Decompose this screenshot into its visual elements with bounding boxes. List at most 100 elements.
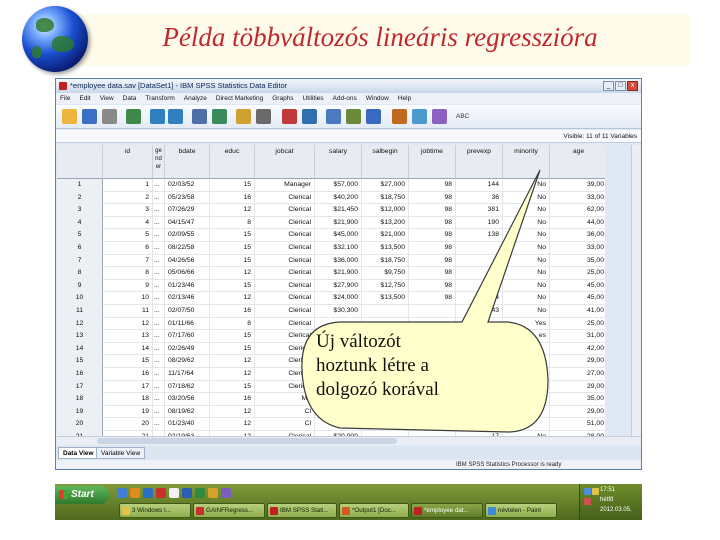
- row-number[interactable]: 19: [57, 405, 103, 419]
- cell-id[interactable]: 7: [103, 254, 153, 268]
- cell-educ[interactable]: 15: [210, 279, 255, 293]
- cell-educ[interactable]: 15: [210, 254, 255, 268]
- cell-gender[interactable]: ...: [153, 368, 165, 381]
- cell-minority[interactable]: No: [503, 292, 550, 305]
- cell-id[interactable]: 5: [103, 229, 153, 242]
- cell-educ[interactable]: 12: [210, 368, 255, 381]
- cell-jobcat[interactable]: Ma: [255, 393, 315, 406]
- cell-age[interactable]: 42,00: [550, 343, 605, 356]
- cell-educ[interactable]: 15: [210, 380, 255, 394]
- cell-salbegin[interactable]: $9,750: [362, 267, 409, 280]
- cell-prevexp[interactable]: 381: [456, 204, 503, 217]
- column-header-salbegin[interactable]: salbegin: [362, 145, 409, 179]
- cell-salary[interactable]: $32,100: [315, 242, 362, 255]
- cell-minority[interactable]: [503, 418, 550, 431]
- maximize-button[interactable]: □: [615, 81, 626, 91]
- cell-salbegin[interactable]: $13,200: [362, 216, 409, 230]
- network-icon[interactable]: [584, 488, 591, 495]
- row-number[interactable]: 3: [57, 204, 103, 217]
- cell-minority[interactable]: No: [503, 242, 550, 255]
- cell-bdate[interactable]: 08/29/62: [165, 355, 210, 368]
- cell-minority[interactable]: No: [503, 279, 550, 293]
- cell-jobcat[interactable]: Clerical: [255, 267, 315, 280]
- table-row[interactable]: 12 12... 01/11/66 8 Clerical Yes 25,00: [57, 317, 605, 331]
- cell-salbegin[interactable]: $12,750: [362, 279, 409, 293]
- cell-bdate[interactable]: 07/17/60: [165, 330, 210, 343]
- cell-gender[interactable]: ...: [153, 292, 165, 305]
- row-number[interactable]: 14: [57, 342, 103, 356]
- row-number[interactable]: 13: [57, 330, 103, 343]
- table-row[interactable]: 1 1... 02/03/52 15 Manager $57,000 $27,000 98 14…: [57, 179, 605, 192]
- quicklaunch-media-icon[interactable]: [221, 488, 231, 498]
- cell-salbegin[interactable]: [362, 317, 409, 331]
- cell-bdate[interactable]: 05/06/66: [165, 267, 210, 280]
- row-number[interactable]: 6: [57, 242, 103, 255]
- cell-educ[interactable]: 12: [210, 267, 255, 280]
- row-number[interactable]: 7: [57, 254, 103, 268]
- cell-prevexp[interactable]: 4: [456, 292, 503, 305]
- close-button[interactable]: x: [627, 81, 638, 91]
- cell-educ[interactable]: 12: [210, 292, 255, 305]
- cell-age[interactable]: 25,00: [550, 318, 605, 331]
- cell-educ[interactable]: 12: [210, 405, 255, 419]
- cell-bdate[interactable]: 08/19/62: [165, 405, 210, 419]
- cell-id[interactable]: 17: [103, 380, 153, 394]
- cell-prevexp[interactable]: [456, 405, 503, 419]
- cell-jobtime[interactable]: 98: [409, 229, 456, 242]
- cell-bdate[interactable]: 03/20/56: [165, 393, 210, 406]
- cell-age[interactable]: 39,00: [550, 179, 605, 192]
- cell-educ[interactable]: 16: [210, 191, 255, 205]
- cell-jobtime[interactable]: 98: [409, 179, 456, 192]
- column-header-id[interactable]: id: [103, 145, 153, 179]
- security-icon[interactable]: [584, 498, 591, 505]
- quicklaunch-firefox-icon[interactable]: [130, 488, 140, 498]
- cell-age[interactable]: 45,00: [550, 292, 605, 305]
- cell-salary[interactable]: $40,200: [315, 191, 362, 205]
- cell-age[interactable]: 29,00: [550, 406, 605, 419]
- cell-bdate[interactable]: 02/09/55: [165, 229, 210, 242]
- cell-jobcat[interactable]: Clerical: [255, 242, 315, 255]
- cell-bdate[interactable]: 01/11/66: [165, 317, 210, 331]
- cell-educ[interactable]: 15: [210, 229, 255, 242]
- cell-gender[interactable]: ...: [153, 330, 165, 343]
- cell-jobcat[interactable]: Clerical: [255, 368, 315, 381]
- column-header-corner[interactable]: [57, 145, 103, 179]
- table-row[interactable]: 8 8... 05/06/66 12 Clerical $21,900 $9,750 98 No…: [57, 267, 605, 280]
- cell-prevexp[interactable]: [456, 267, 503, 280]
- cell-salbegin[interactable]: $21,000: [362, 229, 409, 242]
- find-icon[interactable]: [256, 109, 271, 124]
- cell-educ[interactable]: 15: [210, 179, 255, 192]
- cell-jobtime[interactable]: 98: [409, 292, 456, 305]
- cell-salary[interactable]: $24,000: [315, 292, 362, 305]
- cell-bdate[interactable]: 07/18/62: [165, 380, 210, 394]
- cell-id[interactable]: 13: [103, 330, 153, 343]
- column-header-jobcat[interactable]: jobcat: [255, 145, 315, 179]
- value-labels-icon[interactable]: [392, 109, 407, 124]
- quicklaunch-word-icon[interactable]: [182, 488, 192, 498]
- cell-id[interactable]: 1: [103, 179, 153, 192]
- cell-jobtime[interactable]: 98: [409, 191, 456, 205]
- cell-salary[interactable]: $21,450: [315, 204, 362, 217]
- cell-salbegin[interactable]: $27,000: [362, 179, 409, 192]
- cell-jobtime[interactable]: 98: [409, 254, 456, 268]
- cell-salbegin[interactable]: $18,750: [362, 254, 409, 268]
- cell-gender[interactable]: ...: [153, 204, 165, 217]
- spell-check-icon[interactable]: ABC: [456, 109, 471, 124]
- cell-age[interactable]: 29,00: [550, 355, 605, 368]
- table-row[interactable]: 10 10... 02/13/46 12 Clerical $24,000 $13,500 9…: [57, 292, 605, 305]
- cell-jobcat[interactable]: Clerical: [255, 355, 315, 368]
- cell-minority[interactable]: No: [503, 216, 550, 230]
- cell-prevexp[interactable]: [456, 279, 503, 293]
- row-number[interactable]: 10: [57, 292, 103, 305]
- cell-minority[interactable]: No: [503, 204, 550, 217]
- cell-bdate[interactable]: 11/17/64: [165, 368, 210, 381]
- show-all-icon[interactable]: [432, 109, 447, 124]
- cell-jobcat[interactable]: Clerical: [255, 292, 315, 305]
- cell-jobcat[interactable]: Clerical: [255, 216, 315, 230]
- table-row[interactable]: 2 2... 05/23/58 16 Clerical $40,200 $18,750 98 3…: [57, 191, 605, 205]
- row-number[interactable]: 18: [57, 393, 103, 406]
- task-windows-explorer[interactable]: 3 Windows I...: [119, 503, 191, 518]
- cell-minority[interactable]: No: [503, 305, 550, 318]
- cell-minority[interactable]: No: [503, 179, 550, 192]
- cell-salary[interactable]: $27,900: [315, 279, 362, 293]
